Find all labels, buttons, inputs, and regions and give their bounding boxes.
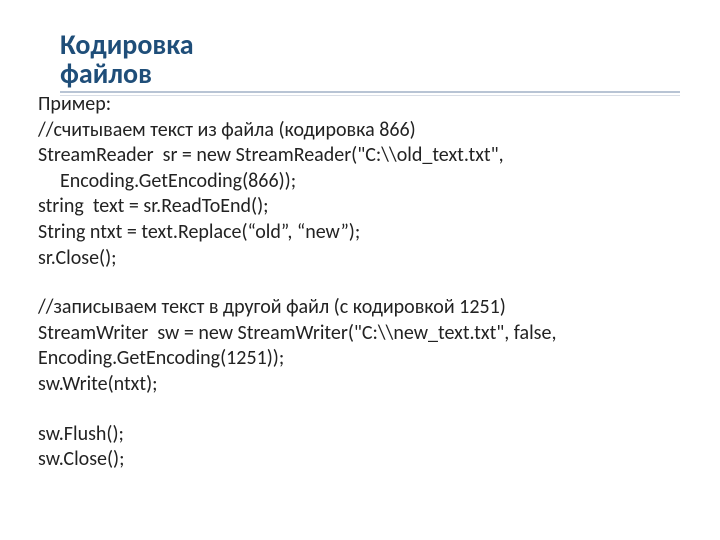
blank-line <box>38 271 680 295</box>
code-line: StreamWriter sw = new StreamWriter("C:\\… <box>38 321 680 347</box>
code-line: sw.Write(ntxt); <box>38 372 680 398</box>
blank-line <box>38 398 680 422</box>
title-line-2: файлов <box>60 56 152 91</box>
code-line: sr.Close(); <box>38 246 680 272</box>
slide-title: Кодировка файлов <box>60 30 680 89</box>
code-line: String ntxt = text.Replace(“old”, “new”)… <box>38 220 680 246</box>
code-line: //считываем текст из файла (кодировка 86… <box>38 118 680 144</box>
slide-title-wrap: Кодировка файлов <box>60 30 680 93</box>
code-line: Encoding.GetEncoding(866)); <box>38 169 680 195</box>
code-line: //записываем текст в другой файл (с коди… <box>38 295 680 321</box>
code-line: Encoding.GetEncoding(1251)); <box>38 346 680 372</box>
code-line: StreamReader sr = new StreamReader("C:\\… <box>38 143 680 169</box>
code-line: string text = sr.ReadToEnd(); <box>38 194 680 220</box>
code-line: Пример: <box>38 92 680 118</box>
code-line: sw.Close(); <box>38 447 680 473</box>
code-line: sw.Flush(); <box>38 422 680 448</box>
slide-body: Пример: //считываем текст из файла (коди… <box>38 92 680 473</box>
